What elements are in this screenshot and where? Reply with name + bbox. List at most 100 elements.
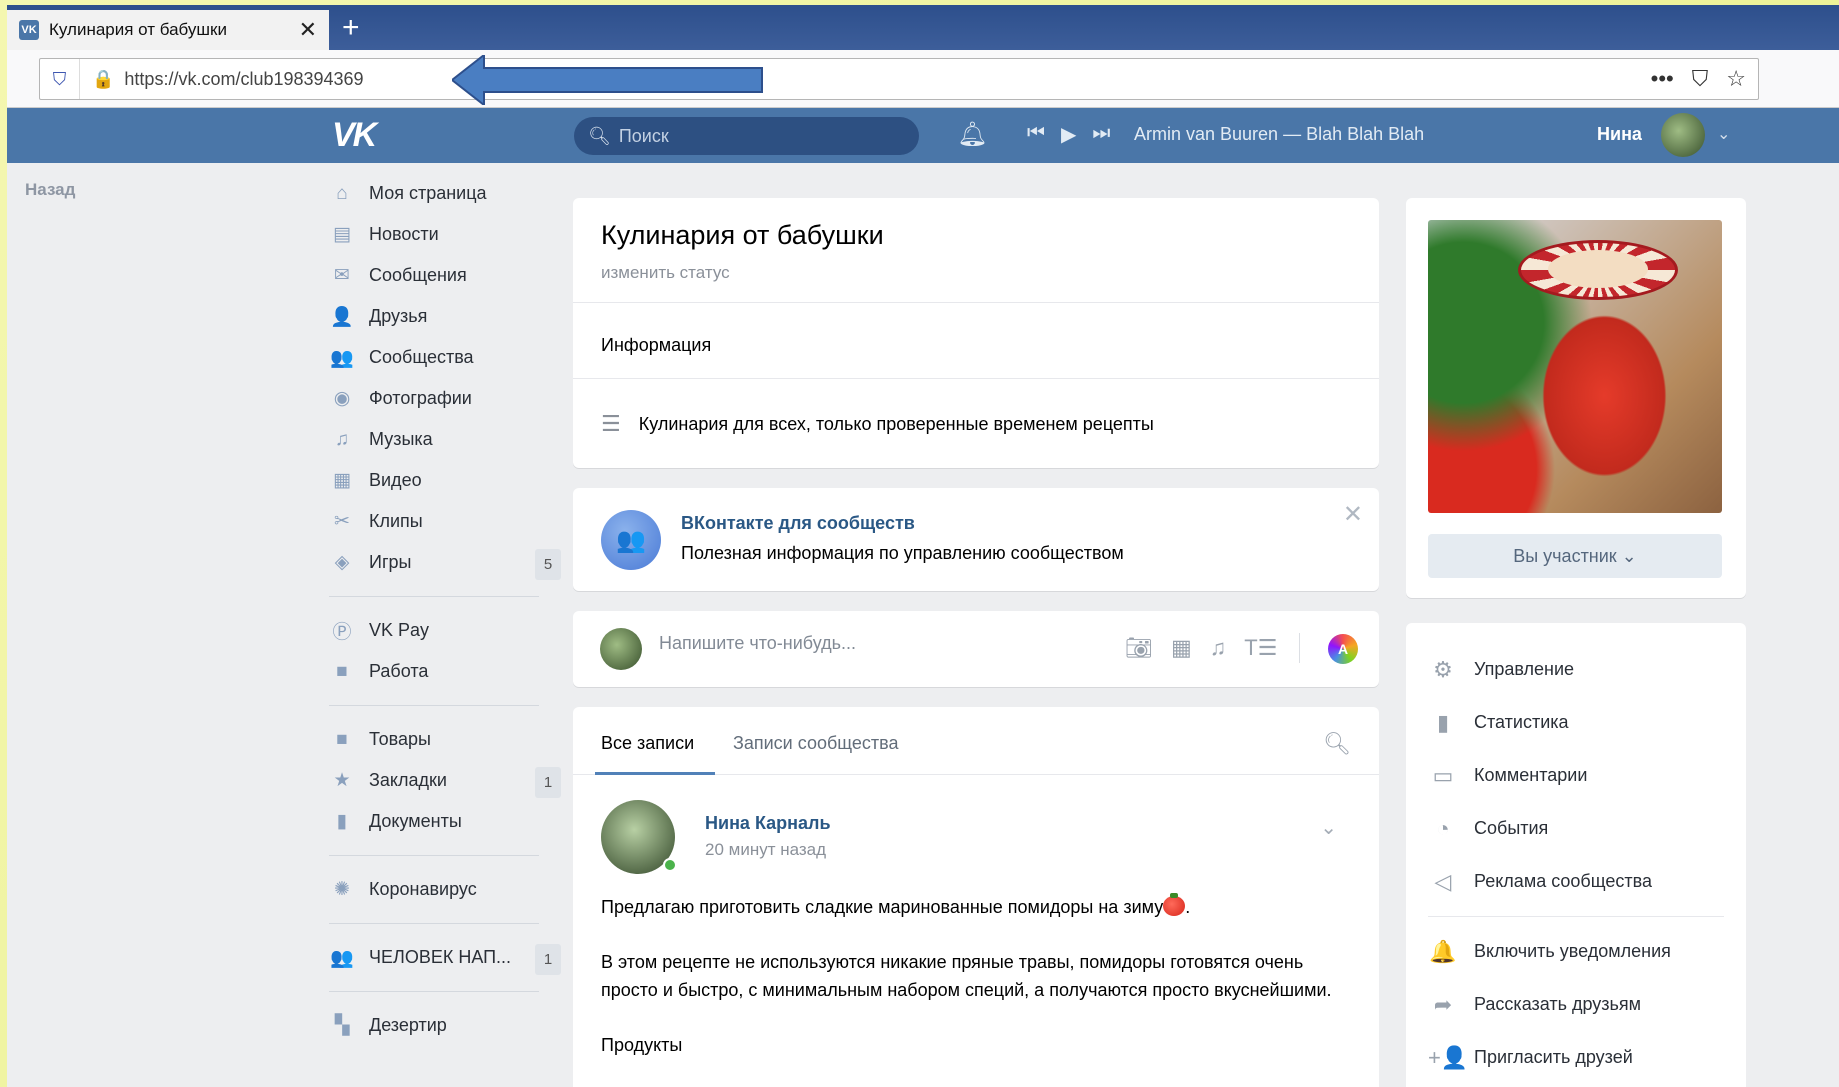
browser-window: VK Кулинария от бабушки ✕ + ⛉ 🔒 https://… <box>7 5 1839 1087</box>
divider <box>573 302 1379 303</box>
user-avatar[interactable] <box>1661 113 1705 157</box>
sidebar-item-vkpay[interactable]: Ⓟ VK Pay <box>329 610 559 651</box>
post-paragraph: В этом рецепте не используются никакие п… <box>601 952 1332 1000</box>
bookmark-star-icon[interactable]: ☆ <box>1726 66 1746 92</box>
search-input[interactable] <box>618 125 899 147</box>
pocket-icon[interactable]: ⛉ <box>1692 66 1709 92</box>
search-box[interactable]: 🔍︎ <box>574 117 919 155</box>
count-badge: 5 <box>535 549 561 580</box>
chevron-down-icon[interactable]: ⌄ <box>1320 815 1337 840</box>
action-label: Реклама сообщества <box>1474 871 1652 891</box>
search-icon[interactable]: 🔍︎ <box>1323 731 1351 757</box>
sidebar-item-friends[interactable]: 👤 Друзья <box>329 296 559 337</box>
post-time[interactable]: 20 минут назад <box>705 840 826 860</box>
sidebar-item-group[interactable]: 👥 ЧЕЛОВЕК НАП... 1 <box>329 937 561 978</box>
action-invite[interactable]: +👤 Пригласить друзей <box>1428 1031 1724 1084</box>
notifications-bell-icon[interactable]: 🔔︎ <box>957 120 987 149</box>
sidebar-item-label: Музыка <box>369 429 433 449</box>
audio-player-controls: ⏮ ▶ ⏭ <box>1027 122 1110 147</box>
post-input[interactable] <box>659 633 1099 654</box>
sidebar-item-star[interactable]: ★ Закладки 1 <box>329 760 561 801</box>
sidebar-item-clips[interactable]: ✂ Клипы <box>329 501 559 542</box>
promo-title-link[interactable]: ВКонтакте для сообществ <box>681 513 915 534</box>
events-icon: ◔ <box>1436 815 1450 841</box>
previous-track-icon[interactable]: ⏮ <box>1027 122 1045 147</box>
action-share[interactable]: ➦ Рассказать друзьям <box>1428 978 1724 1031</box>
communities-icon: 👥 <box>330 347 354 369</box>
sidebar-item-messages[interactable]: ✉ Сообщения <box>329 255 559 296</box>
sidebar-item-home[interactable]: ⌂ Моя страница <box>329 173 559 214</box>
nav-divider <box>329 991 539 992</box>
action-megaphone[interactable]: ◁ Реклама сообщества <box>1428 855 1724 908</box>
avatar <box>600 628 642 670</box>
action-comment[interactable]: ▭ Комментарии <box>1428 749 1724 802</box>
url-text[interactable]: https://vk.com/club198394369 <box>124 69 363 90</box>
action-gear[interactable]: ⚙ Управление <box>1428 643 1724 696</box>
action-events[interactable]: ◔ События <box>1428 802 1724 855</box>
sidebar-item-label: ЧЕЛОВЕК НАП... <box>369 947 512 967</box>
user-name[interactable]: Нина <box>1597 124 1642 145</box>
action-label: Рассказать друзьям <box>1474 994 1642 1014</box>
sidebar-item-music[interactable]: ♫ Музыка <box>329 419 559 460</box>
action-label: Комментарии <box>1474 765 1588 785</box>
count-badge: 1 <box>535 944 561 975</box>
article-icon[interactable]: T☰ <box>1244 635 1277 661</box>
vk-favicon-icon: VK <box>19 20 39 40</box>
lock-icon[interactable]: 🔒 <box>92 69 114 90</box>
member-button[interactable]: Вы участник ⌄ <box>1428 534 1722 578</box>
action-label: Включить уведомления <box>1474 941 1671 961</box>
back-link[interactable]: Назад <box>25 180 75 200</box>
action-stats[interactable]: ▮ Статистика <box>1428 696 1724 749</box>
sidebar-item-label: VK Pay <box>369 620 430 640</box>
chevron-down-icon[interactable]: ⌄ <box>1717 124 1730 144</box>
new-tab-button[interactable]: + <box>342 13 360 43</box>
sidebar-item-apps[interactable]: ▚ Дезертир <box>329 1005 559 1046</box>
tab-community-posts[interactable]: Записи сообщества <box>733 733 899 754</box>
address-bar[interactable]: ⛉ 🔒 https://vk.com/club198394369 ••• ⛉ ☆ <box>39 58 1759 100</box>
bell-icon: 🔔 <box>1429 938 1457 964</box>
edit-status-link[interactable]: изменить статус <box>601 263 730 283</box>
sidebar-item-games[interactable]: ◈ Игры 5 <box>329 542 561 583</box>
active-tab-indicator <box>595 772 715 775</box>
description-text: Кулинария для всех, только проверенные в… <box>638 413 1154 434</box>
online-indicator <box>663 858 677 872</box>
shield-icon[interactable]: ⛉ <box>40 59 80 99</box>
sidebar-item-label: Сообщения <box>369 265 467 285</box>
group-cover-card: Вы участник ⌄ <box>1406 198 1746 598</box>
music-icon[interactable]: ♫ <box>1210 635 1227 661</box>
sidebar-item-label: Игры <box>369 552 412 572</box>
share-icon: ➦ <box>1433 991 1453 1017</box>
games-icon: ◈ <box>334 552 350 573</box>
sidebar-item-video[interactable]: ▦ Видео <box>329 460 559 501</box>
play-icon[interactable]: ▶ <box>1061 122 1076 147</box>
nav-divider <box>329 855 539 856</box>
apps-icon: ▚ <box>334 1015 350 1036</box>
megaphone-icon: ◁ <box>1434 868 1452 894</box>
vkpay-icon: Ⓟ <box>332 622 352 643</box>
sidebar-item-virus[interactable]: ✺ Коронавирус <box>329 869 559 910</box>
poster-color-icon[interactable]: A <box>1328 634 1358 664</box>
video-icon[interactable]: ▦ <box>1171 635 1192 661</box>
action-bell[interactable]: 🔔 Включить уведомления <box>1428 925 1724 978</box>
sidebar-item-document[interactable]: ▮ Документы <box>329 801 559 842</box>
group-avatar-photo[interactable] <box>1428 220 1722 513</box>
photo-icon[interactable]: 📷︎ <box>1125 635 1153 661</box>
next-track-icon[interactable]: ⏭ <box>1092 122 1110 147</box>
sidebar-item-camera[interactable]: ◉ Фотографии <box>329 378 559 419</box>
post-paragraph: Предлагаю приготовить сладкие маринованн… <box>601 897 1164 917</box>
action-label: Пригласить друзей <box>1474 1047 1633 1067</box>
group-icon: 👥 <box>330 947 354 969</box>
tab-all-posts[interactable]: Все записи <box>601 733 694 754</box>
browser-tab[interactable]: VK Кулинария от бабушки ✕ <box>7 10 329 50</box>
sidebar-item-communities[interactable]: 👥 Сообщества <box>329 337 559 378</box>
sidebar-item-work[interactable]: ■ Работа <box>329 651 559 692</box>
post-author[interactable]: Нина Карналь <box>705 813 831 834</box>
current-track[interactable]: Armin van Buuren — Blah Blah Blah <box>1134 124 1424 145</box>
more-menu-icon[interactable]: ••• <box>1651 66 1674 92</box>
close-icon[interactable]: ✕ <box>1343 500 1363 529</box>
vk-logo[interactable]: VK <box>332 116 377 155</box>
close-tab-icon[interactable]: ✕ <box>299 17 317 43</box>
sidebar-item-news[interactable]: ▤ Новости <box>329 214 559 255</box>
camera-icon: ◉ <box>333 388 351 409</box>
sidebar-item-goods[interactable]: ■ Товары <box>329 719 559 760</box>
